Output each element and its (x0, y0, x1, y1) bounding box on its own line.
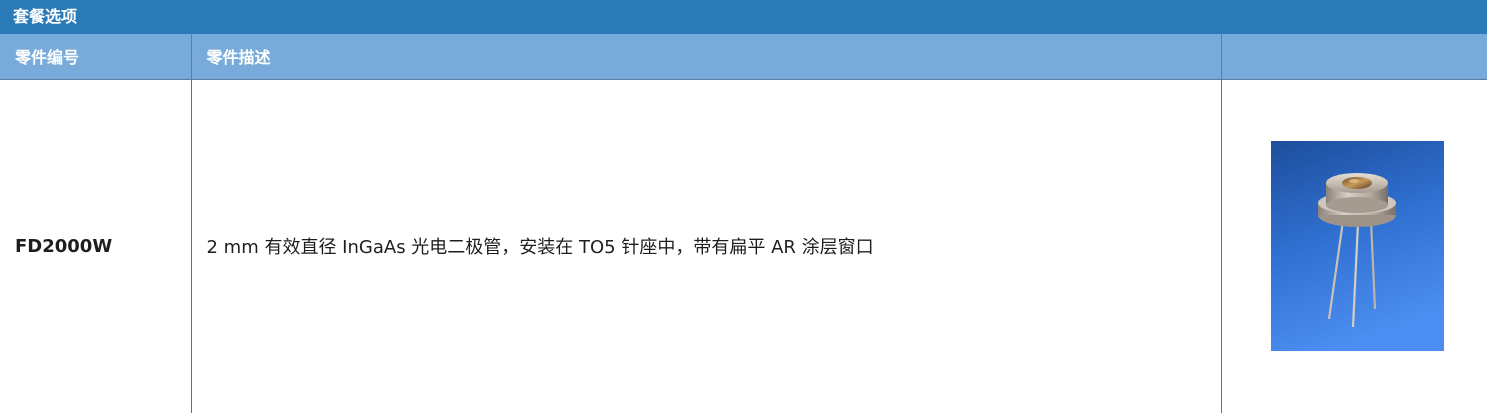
column-header-part-number: 零件编号 (0, 34, 192, 80)
column-header-image (1221, 34, 1487, 80)
package-options-title: 套餐选项 (0, 0, 1487, 34)
table-header-row: 零件编号 零件描述 (0, 34, 1487, 80)
column-header-part-description: 零件描述 (191, 34, 1222, 80)
product-image-cell (1221, 79, 1487, 413)
part-number-cell: FD2000W (0, 79, 192, 413)
table-row: FD2000W 2 mm 有效直径 InGaAs 光电二极管，安装在 TO5 针… (0, 79, 1487, 413)
part-description-cell: 2 mm 有效直径 InGaAs 光电二极管，安装在 TO5 针座中，带有扁平 … (191, 79, 1222, 413)
photodiode-to5-photo-icon[interactable] (1270, 141, 1444, 352)
package-options-table: 零件编号 零件描述 FD2000W 2 mm 有效直径 InGaAs 光电二极管… (0, 34, 1487, 413)
